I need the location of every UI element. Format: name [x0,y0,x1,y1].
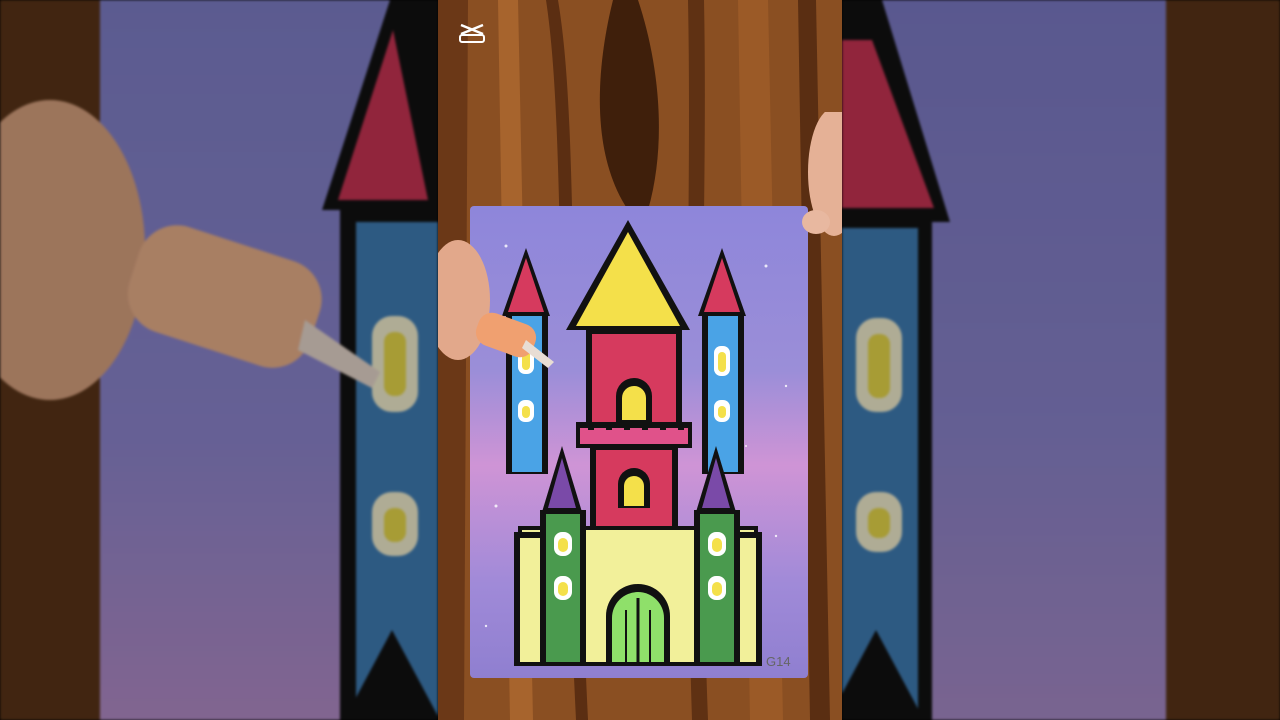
zoomed-tower-left [0,0,438,720]
hand-with-glue-bottle [438,240,554,368]
card-code-label: G14 [766,654,791,669]
video-frame: G14 [0,0,1280,720]
blurred-background-right [842,0,1280,720]
capcut-logo-icon [459,23,485,43]
blurred-background-left [0,0,438,720]
hand-holding-card [802,112,842,236]
main-video-content: G14 [438,0,842,720]
zoomed-tower-right [842,0,1280,720]
